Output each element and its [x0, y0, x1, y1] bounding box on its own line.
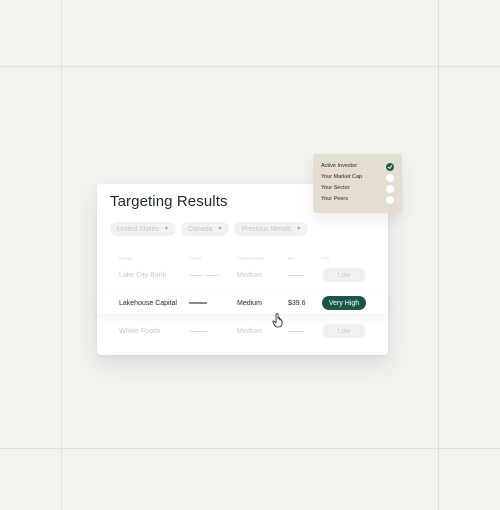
filter-chip-country[interactable]: Canada ▼ — [180, 222, 230, 236]
filter-bar: United States ▼ Canada ▼ Precious Metals… — [110, 222, 309, 236]
row-turnover: Medium — [237, 327, 262, 335]
row-turnover: Medium — [237, 271, 262, 279]
filter-chip-label: Precious Metals — [241, 225, 292, 233]
table-row[interactable]: Lake City Bank Medium Low — [97, 264, 388, 286]
fit-badge: Very High — [322, 296, 366, 310]
row-fit: Low — [322, 264, 366, 286]
filter-chip-country[interactable]: United States ▼ — [110, 222, 176, 236]
criteria-toggle[interactable] — [386, 163, 394, 171]
criteria-toggle[interactable] — [386, 174, 394, 182]
criteria-item-label: Active Investor — [321, 163, 358, 169]
background-gridline — [0, 448, 500, 449]
column-header-fit: FIT — [322, 256, 330, 261]
hand-pointer-icon — [272, 313, 283, 328]
table-row[interactable]: Lakehouse Capital Medium $39.6 Very High — [97, 292, 388, 314]
criteria-toggle[interactable] — [386, 196, 394, 204]
row-fit: Very High — [322, 292, 366, 314]
row-type-placeholder — [189, 264, 220, 286]
column-header-name: NAME — [119, 256, 134, 261]
background-gridline — [438, 0, 439, 510]
checkmark-icon — [387, 165, 393, 169]
fit-badge: Low — [322, 324, 366, 338]
fit-badge: Low — [322, 268, 366, 282]
row-mv-placeholder — [288, 264, 304, 286]
criteria-item-label: Your Market Cap — [321, 174, 363, 180]
row-mv: $39.6 — [288, 299, 306, 307]
caret-down-icon: ▼ — [217, 226, 223, 232]
column-header-type: TYPE — [189, 256, 202, 261]
criteria-item-label: Your Peers — [321, 196, 349, 202]
background-gridline — [0, 66, 500, 67]
row-name: Lakehouse Capital — [119, 299, 177, 307]
row-fit: Low — [322, 320, 366, 342]
criteria-item-label: Your Sector — [321, 185, 350, 191]
table-header: NAME TYPE TURNOVER MV FIT — [97, 256, 388, 262]
row-mv-placeholder — [288, 320, 304, 342]
background-gridline — [61, 0, 62, 510]
row-name: Whole Foods — [119, 327, 161, 335]
criteria-toggle[interactable] — [386, 185, 394, 193]
table-row[interactable]: Whole Foods Medium Low — [97, 320, 388, 342]
filter-chip-label: United States — [117, 225, 160, 233]
row-type-placeholder — [189, 320, 207, 342]
filter-chip-sector[interactable]: Precious Metals ▼ — [234, 222, 309, 236]
caret-down-icon: ▼ — [296, 226, 302, 232]
card-title: Targeting Results — [110, 193, 228, 210]
row-type-placeholder — [189, 292, 207, 314]
row-name: Lake City Bank — [119, 271, 167, 279]
caret-down-icon: ▼ — [164, 226, 169, 232]
row-turnover: Medium — [237, 299, 262, 307]
column-header-mv: MV — [288, 256, 296, 261]
filter-chip-label: Canada — [187, 225, 213, 233]
column-header-turnover: TURNOVER — [237, 256, 265, 261]
criteria-popover: Active Investor Your Market Cap Your Sec… — [313, 154, 402, 213]
